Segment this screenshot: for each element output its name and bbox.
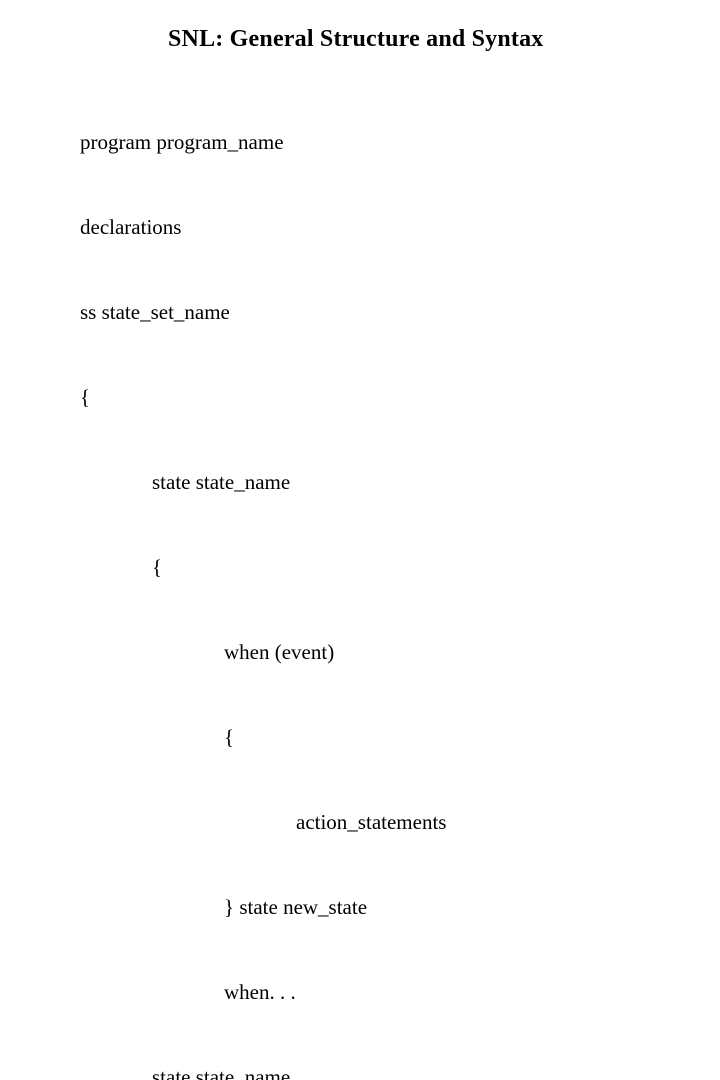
code-line: } state new_state — [80, 893, 680, 921]
code-line: { — [80, 553, 680, 581]
code-line: state state_name — [80, 1063, 680, 1080]
code-line: when (event) — [80, 638, 680, 666]
code-line: action_statements — [80, 808, 680, 836]
code-block: program program_name declarations ss sta… — [80, 71, 680, 1080]
code-line: declarations — [80, 213, 680, 241]
slide-title: SNL: General Structure and Syntax — [168, 26, 680, 53]
code-line: ss state_set_name — [80, 298, 680, 326]
code-line: { — [80, 383, 680, 411]
code-line: when. . . — [80, 978, 680, 1006]
code-line: state state_name — [80, 468, 680, 496]
slide: SNL: General Structure and Syntax progra… — [0, 0, 720, 1080]
code-line: { — [80, 723, 680, 751]
code-line: program program_name — [80, 128, 680, 156]
